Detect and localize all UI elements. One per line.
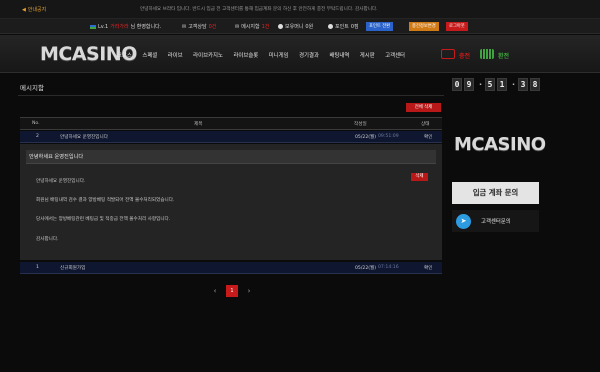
row-title[interactable]: 안녕하세요 운영진입니다	[60, 134, 108, 140]
pagination: ‹ 1 ›	[210, 285, 254, 297]
table-row[interactable]: 1 신규회원가입 05/22(월) 07:14:16 확인	[20, 262, 442, 274]
message-line: 감사합니다.	[36, 237, 59, 242]
title-divider	[18, 95, 444, 96]
main-nav: 크로스 스페셜 라이브 라이브카지노 라이브슬롯 미니게임 경기결과 배팅내역 …	[117, 51, 416, 59]
row-no: 1	[36, 265, 39, 270]
coin-icon	[278, 24, 283, 29]
message-line: 회원님 배팅내역 검수 결과 양방베팅 적발되어 전액 몰수처리되었습니다.	[36, 198, 175, 203]
logout-button[interactable]: 로그아웃	[446, 22, 468, 31]
money-info: 보유머니 0원	[278, 23, 313, 30]
message-label: 메시지함	[241, 24, 260, 30]
point-value: 0점	[350, 24, 359, 30]
col-no: No.	[32, 121, 40, 126]
nav-live-casino[interactable]: 라이브카지노	[193, 51, 223, 59]
row-time: 09:51:09	[378, 134, 399, 139]
notice-label: ◀ 안내공지	[22, 6, 47, 14]
exchange-icon	[480, 49, 494, 59]
clock-digit: 9	[464, 78, 474, 91]
charge-info-button[interactable]: 충전정보변경	[409, 22, 439, 31]
consult-count: 0건	[208, 24, 217, 30]
user-bar: Lv.1 가라가라 님 환영합니다. ✉ 고객상담 0건 ✉ 메시지함 1건 보…	[0, 19, 600, 34]
nav-cross[interactable]: 크로스	[117, 51, 132, 59]
col-date: 작성일	[354, 122, 367, 127]
col-status: 상태	[421, 122, 430, 127]
money-label: 보유머니	[285, 24, 304, 30]
charge-icon	[441, 49, 455, 59]
page-1-button[interactable]: 1	[226, 285, 238, 297]
clock-digit: 5	[485, 78, 496, 91]
nav-live-slot[interactable]: 라이브슬롯	[233, 51, 258, 59]
message-count: 1건	[261, 24, 270, 30]
nav-support[interactable]: 고객센터	[385, 51, 405, 59]
charge-button[interactable]: 충전	[459, 51, 470, 60]
megaphone-icon: ◀	[22, 6, 26, 13]
clock-digit: 0	[452, 78, 462, 91]
user-greeting-text: 님 환영합니다.	[130, 24, 162, 30]
clock-colon: ·	[512, 80, 516, 89]
consult-label: 고객상담	[188, 24, 207, 30]
row-title[interactable]: 신규회원가입	[60, 265, 85, 271]
clock-colon: ·	[479, 80, 483, 89]
point-label: 포인트	[335, 24, 349, 30]
message-line: 당사에서는 양방베팅관련 베팅금 및 적중금 전액 몰수처리 사항입니다.	[36, 217, 171, 222]
page-title: 메시지함	[20, 84, 44, 92]
prev-page-button[interactable]: ‹	[210, 287, 220, 295]
nav-live[interactable]: 라이브	[168, 51, 183, 59]
notice-marquee: 안녕하세요 브라타 입니다. 반드시 입금 전 고객센터를 통해 입금계좌 문의…	[140, 7, 378, 12]
deposit-inquiry-button[interactable]: 입금 계좌 문의	[452, 182, 539, 204]
point-info: 포인트 0점	[328, 23, 359, 30]
message-line: 안녕하세요 운영진입니다.	[36, 179, 86, 184]
clock-digit: 3	[518, 78, 529, 91]
clock: 0 9 · 5 1 · 3 8	[452, 78, 542, 91]
message-detail: 안녕하세요 운영진입니다 안녕하세요 운영진입니다. 회원님 배팅내역 검수 결…	[20, 144, 442, 260]
notice-label-text: 안내공지	[27, 7, 47, 13]
header: MCASINO 크로스 스페셜 라이브 라이브카지노 라이브슬롯 미니게임 경기…	[0, 35, 600, 73]
row-date: 05/22(월)	[355, 266, 377, 271]
user-greeting: Lv.1 가라가라 님 환영합니다.	[90, 23, 161, 30]
clock-digit: 8	[530, 78, 541, 91]
row-no: 2	[36, 134, 39, 139]
table-row[interactable]: 2 안녕하세요 운영진입니다 05/22(월) 09:51:09 확인	[20, 131, 442, 143]
consult-link[interactable]: ✉ 고객상담 0건	[182, 23, 217, 31]
message-icon: ✉	[235, 23, 240, 30]
delete-all-button[interactable]: 전체 삭제	[406, 103, 441, 112]
notice-bar: ◀ 안내공지 안녕하세요 브라타 입니다. 반드시 입금 전 고객센터를 통해 …	[0, 0, 600, 19]
table-header: No. 제목 작성일 상태	[20, 117, 442, 130]
row-time: 07:14:16	[378, 265, 399, 270]
support-inquiry-button[interactable]: ➤ 고객센터문의	[452, 210, 539, 232]
level-flag-icon	[90, 24, 96, 29]
money-value: 0원	[305, 24, 314, 30]
point-icon	[328, 24, 333, 29]
user-level: Lv.1	[98, 23, 109, 30]
row-status: 확인	[424, 135, 433, 140]
support-label: 고객센터문의	[481, 219, 511, 225]
nav-board[interactable]: 게시판	[360, 51, 375, 59]
message-link[interactable]: ✉ 메시지함 1건	[235, 23, 270, 31]
nav-mini-game[interactable]: 미니게임	[269, 51, 289, 59]
row-date: 05/22(월)	[355, 135, 377, 140]
point-convert-button[interactable]: 포인트 전환	[366, 22, 394, 31]
nav-results[interactable]: 경기결과	[299, 51, 319, 59]
message-delete-button[interactable]: 삭제	[411, 173, 428, 181]
side-logo: MCASINO	[454, 134, 546, 155]
telegram-icon: ➤	[456, 213, 471, 229]
next-page-button[interactable]: ›	[244, 287, 254, 295]
exchange-button[interactable]: 환전	[498, 51, 509, 60]
chat-icon: ✉	[182, 23, 187, 30]
clock-digit: 1	[497, 78, 508, 91]
message-title: 안녕하세요 운영진입니다	[26, 150, 436, 164]
row-status: 확인	[424, 266, 433, 271]
user-nickname: 가라가라	[110, 24, 129, 30]
col-title: 제목	[194, 122, 203, 127]
nav-special[interactable]: 스페셜	[142, 51, 157, 59]
nav-bet-history[interactable]: 배팅내역	[329, 51, 349, 59]
